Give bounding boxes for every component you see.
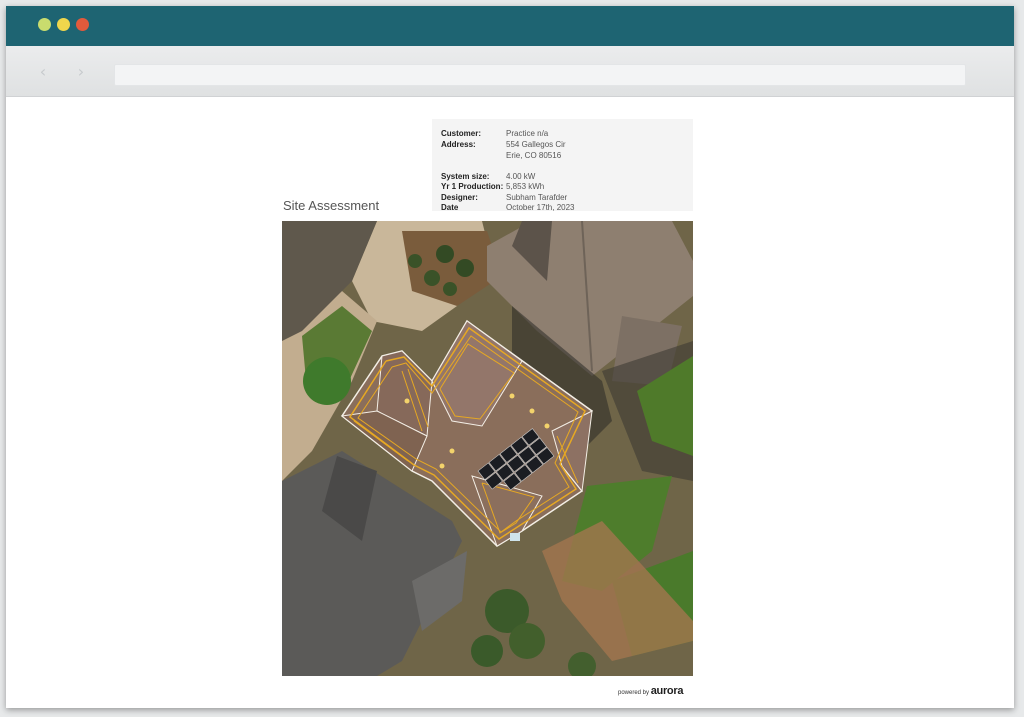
navigation-bar: ‹ › [6, 46, 1014, 97]
info-value: Practice n/a [506, 129, 549, 138]
aerial-site-svg [282, 221, 693, 676]
info-label: Yr 1 Production: [441, 182, 504, 191]
info-value: October 17th, 2023 [506, 203, 575, 212]
info-value: 5,853 kWh [506, 182, 545, 191]
window-control-minimize[interactable] [57, 18, 70, 31]
window-control-maximize[interactable] [76, 18, 89, 31]
info-value: Erie, CO 80516 [506, 151, 562, 160]
forward-arrow-icon[interactable]: › [74, 64, 88, 80]
address-bar[interactable] [114, 64, 966, 86]
project-info-box: Customer: Practice n/a Address: 554 Gall… [432, 119, 693, 212]
aurora-logo: aurora [650, 685, 684, 697]
title-bar [6, 6, 1014, 46]
info-label: Address: [441, 140, 476, 149]
back-arrow-icon[interactable]: ‹ [36, 64, 50, 80]
report-page: Customer: Practice n/a Address: 554 Gall… [6, 97, 1014, 708]
window-control-close[interactable] [38, 18, 51, 31]
info-label: Date [441, 203, 459, 212]
browser-window: ‹ › Customer: Practice n/a Address: 554 … [6, 6, 1014, 708]
info-value: 554 Gallegos Cir [506, 140, 566, 149]
section-title: Site Assessment [283, 198, 380, 213]
powered-by-text: powered by [618, 690, 650, 696]
powered-by-footer: powered by aurora [618, 685, 683, 697]
info-label: Customer: [441, 129, 482, 138]
aerial-site-image [282, 221, 693, 676]
